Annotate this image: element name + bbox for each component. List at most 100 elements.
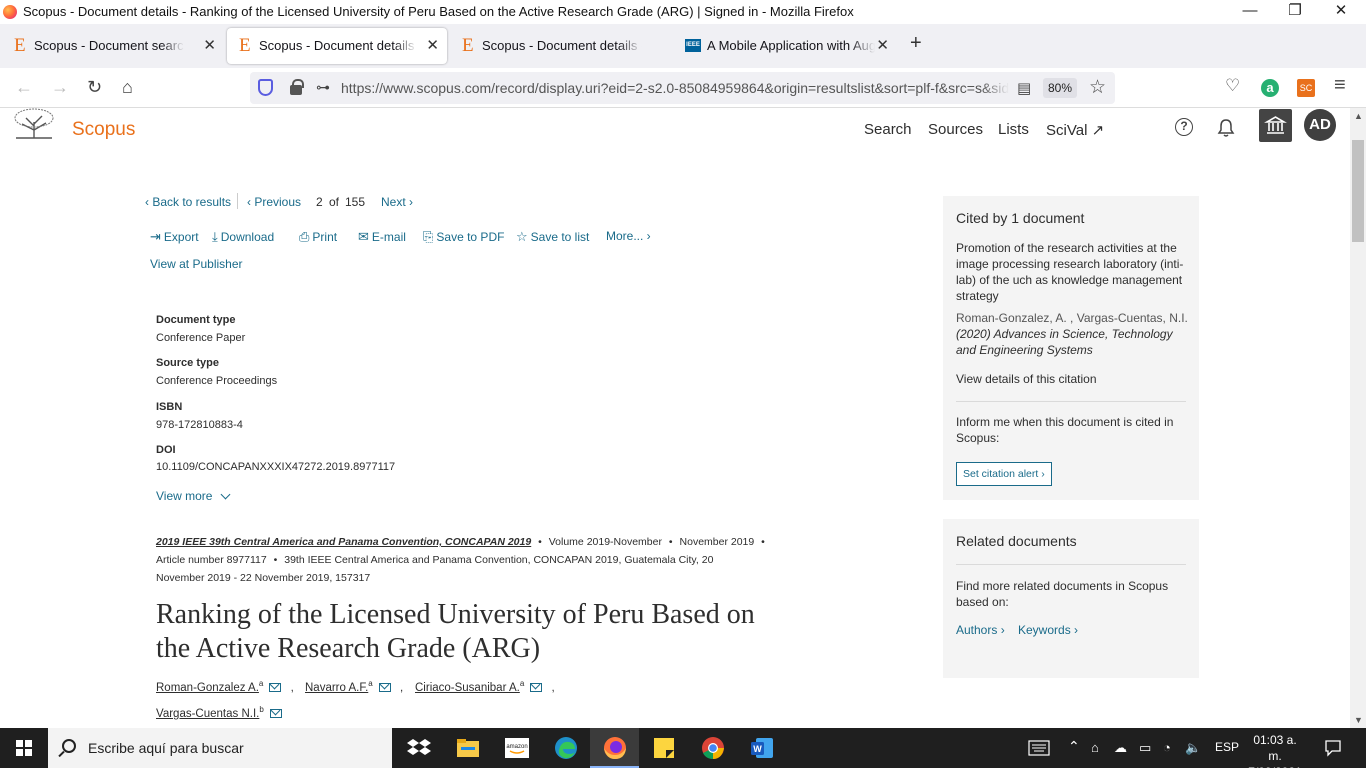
reload-button[interactable]: ↻ bbox=[87, 77, 102, 97]
related-authors-link[interactable]: Authors › bbox=[956, 623, 1005, 637]
scroll-down-icon[interactable]: ▼ bbox=[1354, 715, 1363, 725]
address-bar[interactable]: ⊶ https://www.scopus.com/record/display.… bbox=[250, 72, 1115, 104]
save-to-pdf-button[interactable]: ⎘ Save to PDF bbox=[423, 229, 504, 245]
result-total: 155 bbox=[345, 195, 366, 209]
tab-search-results[interactable]: E Scopus - Document search results ✕ bbox=[2, 28, 224, 64]
app-menu-icon[interactable]: ≡ bbox=[1334, 74, 1346, 97]
vertical-scrollbar[interactable]: ▲ ▼ bbox=[1350, 108, 1366, 728]
user-avatar[interactable]: AD bbox=[1304, 109, 1336, 141]
notifications-bell-icon[interactable] bbox=[1217, 118, 1235, 138]
bullet: • bbox=[668, 536, 673, 548]
pocket-icon[interactable]: ♡ bbox=[1225, 76, 1240, 96]
windows-start-icon[interactable] bbox=[16, 740, 32, 756]
set-citation-alert-button[interactable]: Set citation alert › bbox=[956, 462, 1052, 486]
bullet: • bbox=[538, 536, 542, 548]
battery-icon[interactable]: ▭ bbox=[1139, 740, 1151, 756]
search-icon bbox=[62, 739, 76, 753]
download-button[interactable]: ⤓ Download bbox=[212, 229, 274, 245]
reader-view-icon[interactable]: ▤ bbox=[1017, 79, 1031, 97]
chrome-icon[interactable] bbox=[700, 735, 726, 761]
speaker-icon[interactable]: 🔈 bbox=[1185, 740, 1201, 756]
tray-device-icon[interactable]: ⌂ bbox=[1091, 740, 1099, 755]
email-author-icon[interactable] bbox=[378, 682, 391, 692]
sticky-notes-icon[interactable] bbox=[651, 735, 677, 761]
doi-value: 10.1109/CONCAPANXXXIX47272.2019.8977117 bbox=[156, 461, 396, 473]
minimize-button[interactable]: — bbox=[1227, 0, 1273, 24]
scrollbar-thumb[interactable] bbox=[1352, 140, 1364, 242]
edge-browser-icon[interactable] bbox=[553, 735, 579, 761]
print-button[interactable]: ⎙ Print bbox=[299, 229, 337, 245]
nav-scival[interactable]: SciVal ↗ bbox=[1046, 121, 1104, 139]
nav-sources[interactable]: Sources bbox=[928, 121, 983, 138]
url-text[interactable]: https://www.scopus.com/record/display.ur… bbox=[341, 80, 1009, 96]
window-title: Scopus - Document details - Ranking of t… bbox=[23, 4, 854, 19]
view-at-publisher-link[interactable]: View at Publisher bbox=[150, 257, 243, 271]
window-title-bar: Scopus - Document details - Ranking of t… bbox=[0, 0, 1366, 24]
nav-search[interactable]: Search bbox=[864, 121, 912, 138]
firefox-icon[interactable] bbox=[602, 735, 628, 761]
clock-date: 7/09/2021 bbox=[1248, 765, 1302, 779]
word-icon[interactable]: W bbox=[749, 735, 775, 761]
keyboard-layout-icon[interactable] bbox=[1028, 740, 1050, 756]
tab-close-icon[interactable]: ✕ bbox=[876, 36, 889, 54]
forward-button[interactable]: → bbox=[51, 77, 69, 97]
wifi-icon[interactable]: ◔ bbox=[1163, 740, 1171, 755]
tab-document-details-2[interactable]: E Scopus - Document details - Sy ✕ bbox=[450, 28, 674, 64]
related-keywords-link[interactable]: Keywords › bbox=[1018, 623, 1078, 637]
previous-link[interactable]: ‹ Previous bbox=[247, 195, 301, 209]
next-link[interactable]: Next › bbox=[381, 195, 413, 209]
extension-sc-icon[interactable]: SC bbox=[1297, 79, 1315, 97]
citing-document-link[interactable]: Promotion of the research activities at … bbox=[956, 240, 1188, 304]
restore-button[interactable]: ❐ bbox=[1272, 0, 1318, 24]
author-item: Navarro A.F.a , bbox=[305, 679, 403, 694]
dropbox-icon[interactable] bbox=[406, 735, 432, 761]
tracking-protection-shield-icon[interactable] bbox=[258, 79, 273, 96]
new-tab-button[interactable]: + bbox=[910, 32, 922, 55]
scopus-brand[interactable]: Scopus bbox=[72, 119, 135, 141]
taskbar-search-box[interactable]: Escribe aquí para buscar bbox=[48, 728, 392, 768]
system-clock[interactable]: 01:03 a. m. 7/09/2021 bbox=[1245, 732, 1305, 780]
close-window-button[interactable]: ✕ bbox=[1318, 0, 1364, 24]
tab-document-details-active[interactable]: E Scopus - Document details - Ranking ✕ bbox=[227, 28, 447, 64]
onedrive-cloud-icon[interactable]: ☁ bbox=[1114, 740, 1127, 756]
view-more-link[interactable]: View more bbox=[156, 489, 231, 503]
notification-center-icon[interactable] bbox=[1324, 739, 1342, 757]
lock-icon[interactable] bbox=[290, 79, 304, 95]
source-title-link[interactable]: 2019 IEEE 39th Central America and Panam… bbox=[156, 536, 531, 548]
home-button[interactable]: ⌂ bbox=[122, 77, 133, 97]
tab-close-icon[interactable]: ✕ bbox=[426, 36, 439, 54]
navigation-toolbar: ← → ↻ ⌂ ⊶ https://www.scopus.com/record/… bbox=[0, 68, 1366, 108]
bullet: • bbox=[273, 554, 278, 566]
author-name-link[interactable]: Ciriaco-Susanibar A. bbox=[415, 682, 520, 694]
author-name-link[interactable]: Roman-Gonzalez A. bbox=[156, 682, 259, 694]
email-author-icon[interactable] bbox=[269, 708, 282, 718]
permissions-icon[interactable]: ⊶ bbox=[316, 79, 330, 96]
back-button[interactable]: ← bbox=[15, 77, 33, 97]
author-name-link[interactable]: Vargas-Cuentas N.I. bbox=[156, 708, 259, 720]
scroll-up-icon[interactable]: ▲ bbox=[1354, 111, 1363, 121]
conference-info: 39th IEEE Central America and Panama Con… bbox=[284, 554, 714, 566]
export-button[interactable]: ⇥ Export bbox=[150, 229, 199, 245]
email-author-icon[interactable] bbox=[530, 682, 543, 692]
tab-ieee[interactable]: IEEE A Mobile Application with Augmented… bbox=[675, 28, 897, 64]
zoom-level[interactable]: 80% bbox=[1043, 78, 1077, 98]
file-explorer-icon[interactable] bbox=[455, 735, 481, 761]
elsevier-tree-logo-icon[interactable] bbox=[12, 108, 56, 140]
language-indicator[interactable]: ESP bbox=[1215, 740, 1239, 754]
more-button[interactable]: More... › bbox=[606, 229, 651, 243]
nav-lists[interactable]: Lists bbox=[998, 121, 1029, 138]
show-hidden-icons-chevron-icon[interactable]: ⌃ bbox=[1068, 738, 1080, 755]
back-to-results-link[interactable]: ‹ Back to results bbox=[145, 195, 231, 209]
document-type-value: Conference Paper bbox=[156, 332, 246, 344]
extension-a-icon[interactable]: a bbox=[1261, 79, 1279, 97]
amazon-icon[interactable]: amazon bbox=[504, 735, 530, 761]
author-name-link[interactable]: Navarro A.F. bbox=[305, 682, 368, 694]
save-to-list-button[interactable]: ☆ Save to list bbox=[516, 229, 589, 245]
help-icon[interactable]: ? bbox=[1175, 118, 1193, 136]
view-citation-details-link[interactable]: View details of this citation bbox=[956, 371, 1188, 387]
institution-icon[interactable] bbox=[1259, 109, 1292, 142]
email-author-icon[interactable] bbox=[269, 682, 282, 692]
email-button[interactable]: ✉ E-mail bbox=[358, 229, 406, 245]
bookmark-star-icon[interactable]: ☆ bbox=[1089, 76, 1106, 99]
tab-close-icon[interactable]: ✕ bbox=[203, 36, 216, 54]
